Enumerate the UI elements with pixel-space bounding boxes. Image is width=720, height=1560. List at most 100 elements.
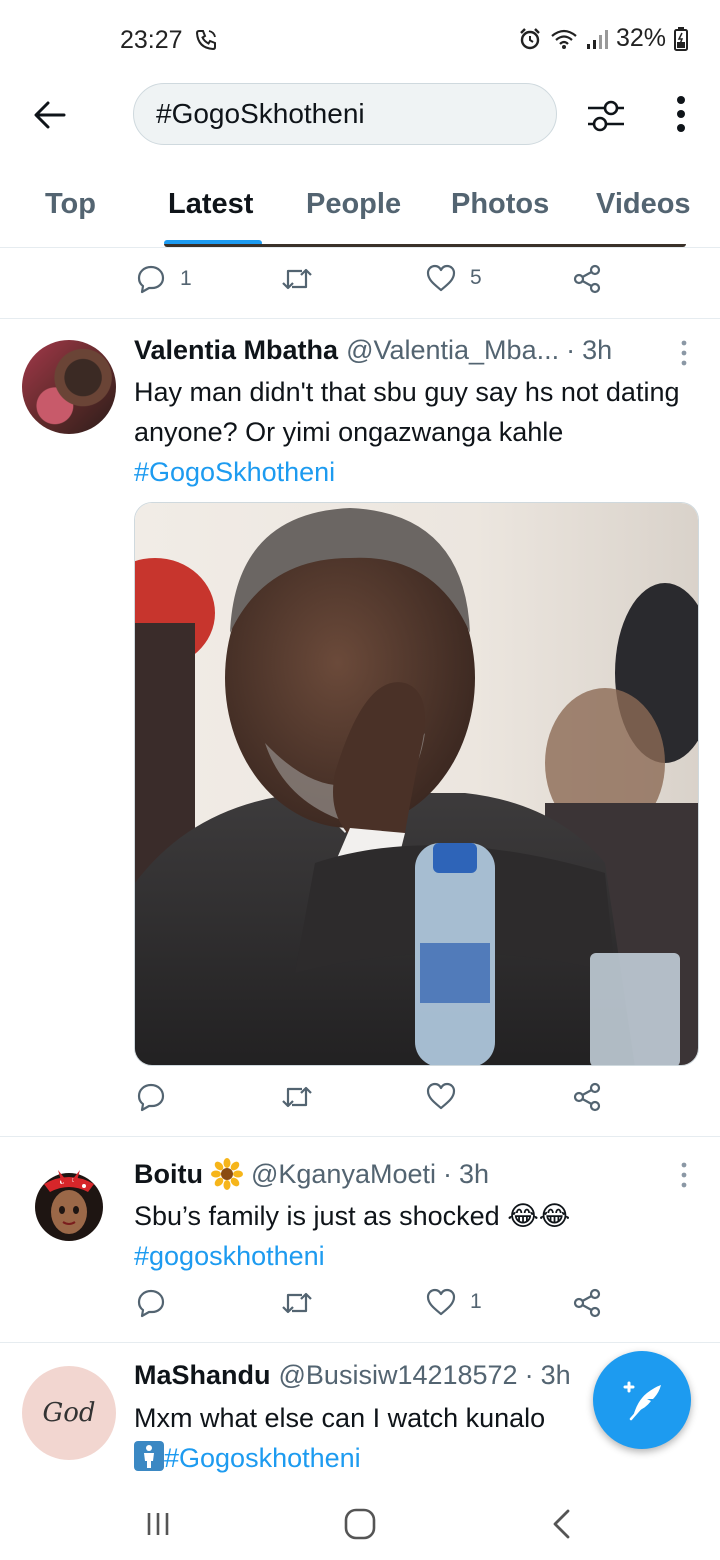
home-button[interactable]: [338, 1502, 382, 1546]
like-button[interactable]: 5: [426, 264, 482, 292]
share-icon: [573, 1288, 601, 1318]
retweet-button[interactable]: [280, 264, 314, 294]
search-input[interactable]: #GogoSkhotheni: [133, 83, 557, 145]
reply-button[interactable]: [136, 1082, 166, 1112]
system-nav-bar: [0, 1488, 720, 1560]
tweet-body: Hay man didn't that sbu guy say hs not d…: [134, 377, 680, 447]
separator-dot: ·: [524, 1360, 534, 1390]
previous-tweet-media[interactable]: [164, 244, 686, 247]
photo-image: [135, 503, 698, 1065]
share-icon: [573, 1082, 601, 1112]
share-button[interactable]: [572, 264, 602, 294]
tweet-body: Sbu’s family is just as shocked: [134, 1201, 500, 1231]
tweet-more-icon[interactable]: [676, 1160, 692, 1190]
signal-icon: [586, 29, 608, 49]
divider: [0, 318, 720, 319]
hashtag-link[interactable]: #Gogoskhotheni: [164, 1443, 361, 1473]
avatar-script-text: God: [42, 1398, 96, 1428]
home-icon: [344, 1508, 376, 1540]
divider: [0, 1136, 720, 1137]
search-header: #GogoSkhotheni: [0, 80, 720, 150]
tweet-actions: 1: [0, 1288, 720, 1328]
status-time: 23:27: [120, 26, 183, 54]
user-handle[interactable]: @Valentia_Mba...: [346, 335, 559, 366]
prev-tweet-actions: 1 5: [0, 264, 720, 304]
user-handle[interactable]: @KganyaMoeti: [251, 1159, 436, 1190]
share-icon: [573, 264, 601, 294]
battery-percent: 32%: [615, 24, 666, 52]
tab-top[interactable]: Top: [45, 188, 96, 221]
tweet-time[interactable]: 3h: [459, 1159, 489, 1190]
arrow-left-icon: [34, 101, 66, 129]
reply-button[interactable]: 1: [136, 264, 192, 294]
retweet-icon: [282, 268, 312, 290]
separator-dot: ·: [443, 1158, 452, 1189]
reply-icon: [137, 1289, 165, 1318]
separator-dot: ·: [566, 335, 576, 365]
restroom-emoji: [134, 1441, 164, 1471]
heart-icon: [426, 1082, 456, 1110]
like-count: 1: [470, 1290, 482, 1313]
tab-latest[interactable]: Latest: [168, 188, 253, 221]
divider: [0, 1342, 720, 1343]
display-name[interactable]: Valentia Mbatha: [134, 335, 338, 366]
tweet-header: Boitu @KganyaMoeti · 3h: [134, 1158, 489, 1190]
heart-icon: [426, 1288, 456, 1316]
tab-people[interactable]: People: [306, 188, 401, 221]
more-options-button[interactable]: [664, 94, 698, 138]
reply-icon: [137, 265, 165, 294]
display-name[interactable]: MaShandu: [134, 1360, 271, 1391]
display-name[interactable]: Boitu: [134, 1159, 203, 1190]
status-icons: 32%: [518, 24, 688, 53]
reply-count: 1: [180, 267, 192, 290]
laughing-emoji: 😂😂: [507, 1201, 571, 1231]
sunflower-icon: [210, 1158, 243, 1190]
cartoon-avatar-image: [35, 1170, 103, 1241]
heart-icon: [426, 264, 456, 292]
retweet-icon: [282, 1086, 312, 1108]
tweet-header: Valentia Mbatha @Valentia_Mba... · 3h: [134, 335, 612, 366]
back-chevron-icon: [553, 1509, 570, 1539]
avatar[interactable]: [22, 1162, 116, 1256]
compose-feather-icon: [623, 1381, 661, 1421]
like-button[interactable]: [426, 1082, 456, 1110]
back-nav-button[interactable]: [540, 1502, 584, 1546]
retweet-button[interactable]: [280, 1288, 314, 1318]
tweet-time[interactable]: 3h: [541, 1360, 571, 1391]
tweet-header: MaShandu @Busisiw14218572 · 3h: [134, 1360, 571, 1391]
tweet-time[interactable]: 3h: [582, 335, 612, 366]
user-handle[interactable]: @Busisiw14218572: [279, 1360, 518, 1391]
avatar[interactable]: [22, 340, 116, 434]
reply-button[interactable]: [136, 1288, 166, 1318]
compose-tweet-button[interactable]: [593, 1351, 691, 1449]
filter-settings-button[interactable]: [584, 94, 628, 138]
hashtag-link[interactable]: #gogoskhotheni: [134, 1241, 325, 1271]
status-bar: 23:27 32%: [0, 0, 720, 80]
retweet-button[interactable]: [280, 1082, 314, 1112]
search-query: #GogoSkhotheni: [156, 98, 365, 129]
battery-icon: [674, 26, 688, 51]
hashtag-link[interactable]: #GogoSkhotheni: [134, 457, 335, 487]
like-button[interactable]: 1: [426, 1288, 482, 1316]
tab-videos[interactable]: Videos: [596, 188, 691, 221]
tweet-actions: [0, 1082, 720, 1122]
like-count: 5: [470, 266, 482, 289]
tweet-photo[interactable]: [134, 502, 699, 1066]
tab-photos[interactable]: Photos: [451, 188, 549, 221]
reply-icon: [137, 1083, 165, 1112]
share-button[interactable]: [572, 1288, 602, 1318]
tweet-more-icon[interactable]: [676, 338, 692, 368]
back-button[interactable]: [28, 93, 72, 137]
recent-apps-button[interactable]: [136, 1502, 180, 1546]
retweet-icon: [282, 1292, 312, 1314]
tweet-text: Hay man didn't that sbu guy say hs not d…: [134, 372, 704, 492]
alarm-icon: [520, 27, 540, 49]
share-button[interactable]: [572, 1082, 602, 1112]
tweet-text: Sbu’s family is just as shocked 😂😂 #gogo…: [134, 1196, 704, 1276]
search-tabs: Top Latest People Photos Videos: [0, 170, 720, 248]
tweet-body: Mxm what else can I watch kunalo: [134, 1403, 546, 1433]
wifi-icon: [551, 29, 577, 49]
avatar[interactable]: God: [22, 1366, 116, 1460]
wifi-call-icon: [195, 30, 216, 51]
recent-apps-icon: [147, 1513, 169, 1535]
